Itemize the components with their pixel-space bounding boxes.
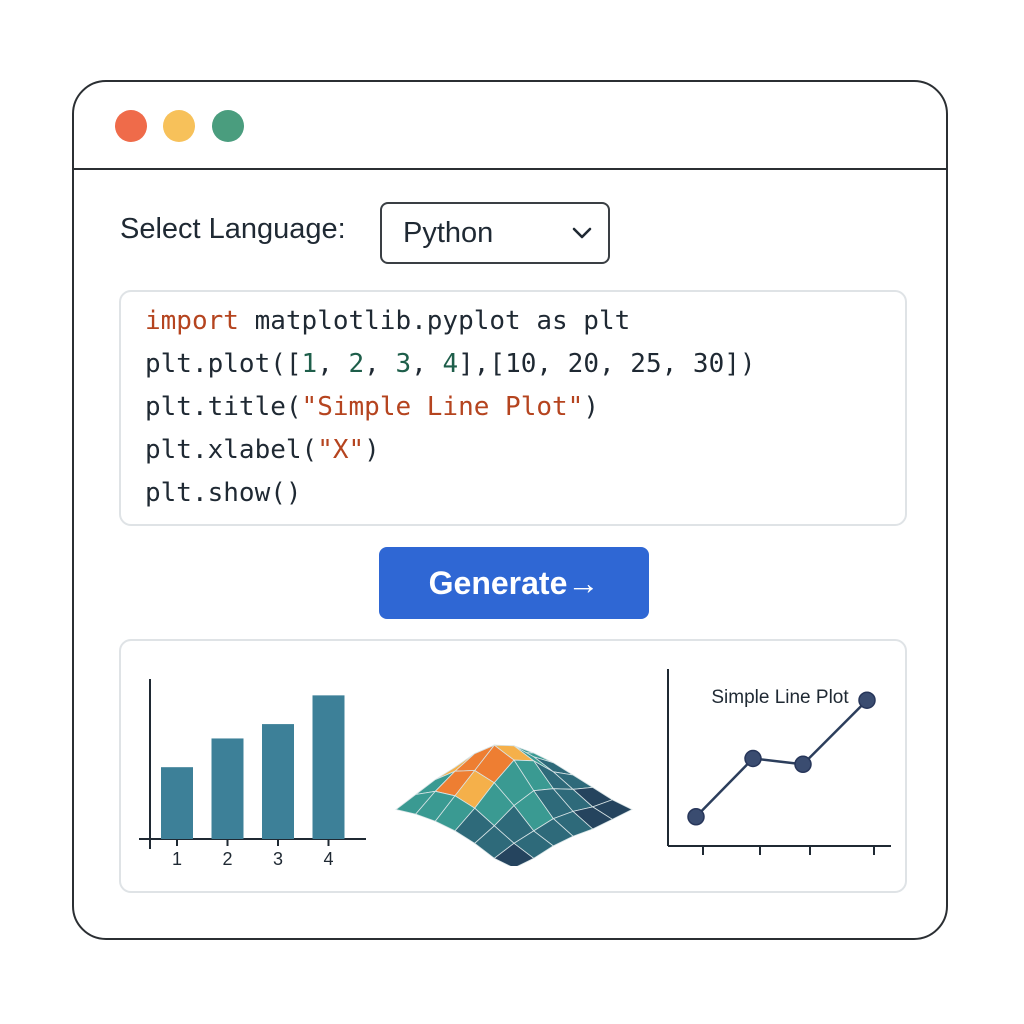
x-tick-label: 2 xyxy=(222,849,232,869)
generate-button[interactable]: Generate→ xyxy=(379,547,649,619)
code-token: , xyxy=(411,349,443,379)
code-token: "Simple Line Plot" xyxy=(301,392,584,422)
x-tick-label: 3 xyxy=(273,849,283,869)
x-tick-label: 1 xyxy=(172,849,182,869)
data-point xyxy=(687,808,705,826)
language-select-value: Python xyxy=(403,217,494,249)
line-chart: Simple Line Plot xyxy=(667,669,891,855)
code-token: 1 xyxy=(301,349,318,379)
code-token: plt.xlabel( xyxy=(145,435,318,465)
series-line xyxy=(695,699,868,818)
bar xyxy=(262,724,294,839)
x-tick-label: 4 xyxy=(323,849,333,869)
language-label: Select Language: xyxy=(120,213,346,245)
code-token: plt.plot([ xyxy=(145,349,302,379)
bar xyxy=(312,695,345,839)
language-select[interactable]: Python xyxy=(380,202,610,264)
code-token: plt.title( xyxy=(145,392,302,422)
code-token: "X" xyxy=(317,435,365,465)
bar-chart: 1 2 3 4 xyxy=(139,679,366,869)
chart-preview-panel: 1 2 3 4 Simple Line Plot xyxy=(119,639,907,893)
code-token: ],[10, 20, 25, 30]) xyxy=(458,349,756,379)
data-point xyxy=(744,749,762,768)
arrow-right-icon: → xyxy=(567,565,600,602)
chart-title: Simple Line Plot xyxy=(711,687,849,708)
code-editor[interactable]: import matplotlib.pyplot as plt plt.plot(… xyxy=(119,290,907,526)
data-point xyxy=(858,691,876,709)
app-window: Select Language: Python import matplotli… xyxy=(72,80,948,940)
code-token: , xyxy=(317,349,349,379)
code-token: 3 xyxy=(395,349,412,379)
chevron-down-icon xyxy=(572,227,592,239)
code-token: plt.show() xyxy=(145,478,302,508)
bar xyxy=(161,767,193,839)
code-token: ) xyxy=(583,392,599,422)
data-point xyxy=(794,755,812,774)
title-bar xyxy=(74,82,946,170)
code-token: ) xyxy=(364,435,380,465)
surface-plot xyxy=(395,744,633,866)
close-dot-icon[interactable] xyxy=(115,110,147,142)
code-token: 4 xyxy=(442,349,459,379)
code-token: 2 xyxy=(348,349,365,379)
code-line: plt.title("Simple Line Plot") xyxy=(145,392,599,422)
code-line: plt.plot([1, 2, 3, 4],[10, 20, 25, 30]) xyxy=(145,349,756,379)
minimize-dot-icon[interactable] xyxy=(163,110,195,142)
maximize-dot-icon[interactable] xyxy=(212,110,244,142)
code-token: import xyxy=(145,306,239,336)
code-token: matplotlib.pyplot as plt xyxy=(238,306,631,336)
code-token: , xyxy=(364,349,396,379)
bar xyxy=(211,738,244,839)
code-line: plt.show() xyxy=(145,478,302,508)
code-line: plt.xlabel("X") xyxy=(145,435,380,465)
code-line: import matplotlib.pyplot as plt xyxy=(145,306,630,336)
generate-button-label: Generate xyxy=(428,565,568,602)
